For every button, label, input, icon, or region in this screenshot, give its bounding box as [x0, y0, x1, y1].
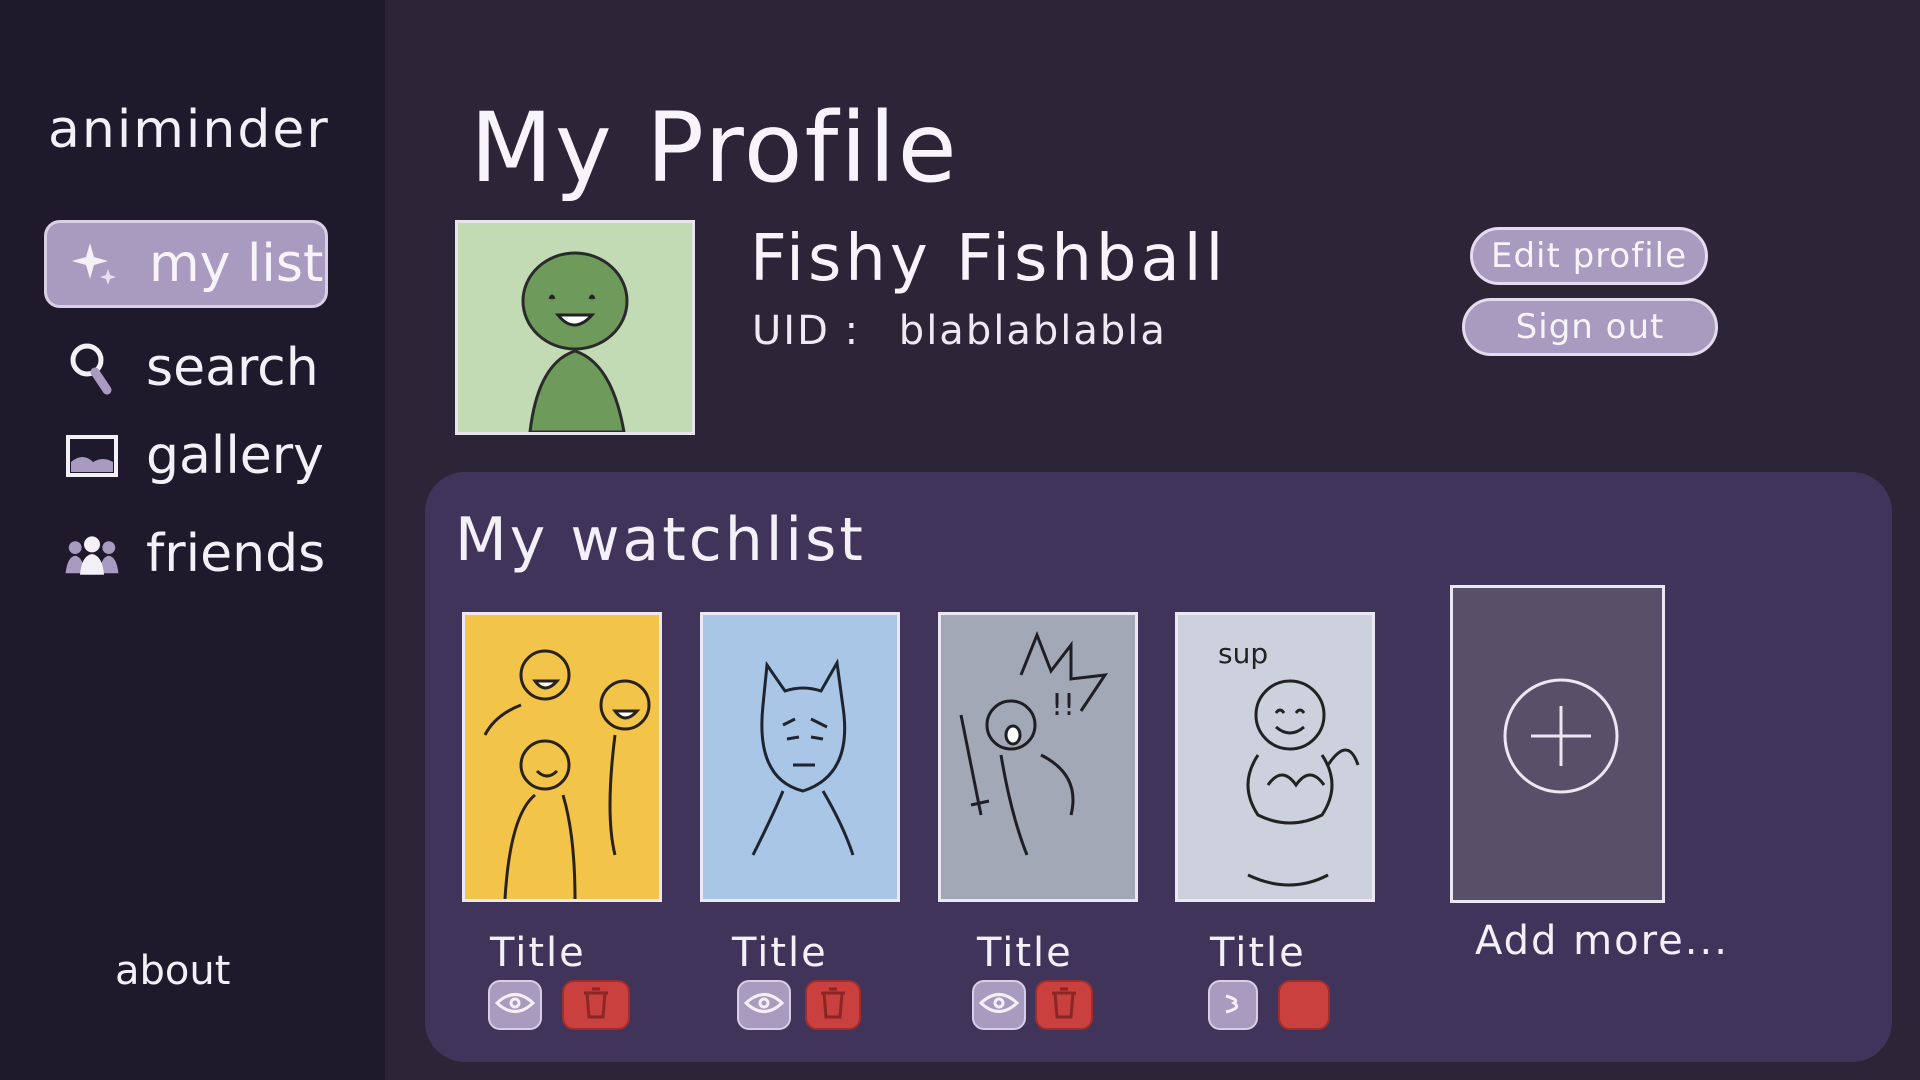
add-more-card[interactable]: [1450, 585, 1665, 903]
uid-label: UID :: [752, 308, 861, 354]
eye-icon: [1218, 990, 1248, 1020]
app-logo[interactable]: animinder: [48, 100, 330, 160]
watch-button[interactable]: [488, 980, 542, 1030]
delete-button[interactable]: [1035, 980, 1093, 1030]
add-more-label[interactable]: Add more...: [1475, 918, 1729, 964]
delete-button[interactable]: [562, 980, 630, 1030]
watch-button[interactable]: [1208, 980, 1258, 1030]
edit-profile-button[interactable]: Edit profile: [1470, 227, 1708, 285]
card-title: Title: [490, 930, 586, 976]
svg-text:!!: !!: [1051, 688, 1075, 723]
card-title: Title: [732, 930, 828, 976]
delete-button[interactable]: [1278, 980, 1330, 1030]
sidebar-item-label: search: [146, 338, 319, 398]
watch-button[interactable]: [737, 980, 791, 1030]
sidebar: animinder my list search gallery friends…: [0, 0, 385, 1080]
card-title: Title: [977, 930, 1073, 976]
sidebar-item-search[interactable]: search: [44, 324, 328, 412]
card-title: Title: [1210, 930, 1306, 976]
sidebar-item-label: friends: [146, 524, 326, 584]
sidebar-item-gallery[interactable]: gallery: [44, 412, 328, 500]
sidebar-item-label: gallery: [146, 426, 324, 486]
app-root: animinder my list search gallery friends…: [0, 0, 1920, 1080]
search-icon: [64, 340, 120, 396]
avatar[interactable]: [455, 220, 695, 435]
eye-icon: [494, 990, 536, 1020]
trash-icon: [1046, 985, 1082, 1025]
eye-icon: [978, 990, 1020, 1020]
uid-value: blablablabla: [898, 308, 1167, 354]
page-title: My Profile: [470, 92, 959, 204]
watch-button[interactable]: [972, 980, 1026, 1030]
sidebar-item-label: my list: [149, 234, 324, 294]
people-icon: [64, 526, 120, 582]
watchlist-card[interactable]: sup: [1175, 612, 1375, 902]
about-link[interactable]: about: [115, 948, 230, 994]
profile-uid: UID : blablablabla: [752, 308, 1167, 354]
watchlist-card[interactable]: [462, 612, 662, 902]
sparkle-icon: [67, 236, 123, 292]
image-icon: [64, 428, 120, 484]
sign-out-button[interactable]: Sign out: [1462, 298, 1718, 356]
sidebar-item-friends[interactable]: friends: [44, 510, 328, 598]
sidebar-item-my-list[interactable]: my list: [44, 220, 328, 308]
eye-icon: [743, 990, 785, 1020]
delete-button[interactable]: [805, 980, 861, 1030]
watchlist-title: My watchlist: [455, 505, 866, 575]
card-caption: sup: [1218, 637, 1268, 670]
profile-name: Fishy Fishball: [750, 222, 1228, 296]
trash-icon: [815, 985, 851, 1025]
trash-icon: [578, 985, 614, 1025]
watchlist-card[interactable]: [700, 612, 900, 902]
watchlist-card[interactable]: !!: [938, 612, 1138, 902]
